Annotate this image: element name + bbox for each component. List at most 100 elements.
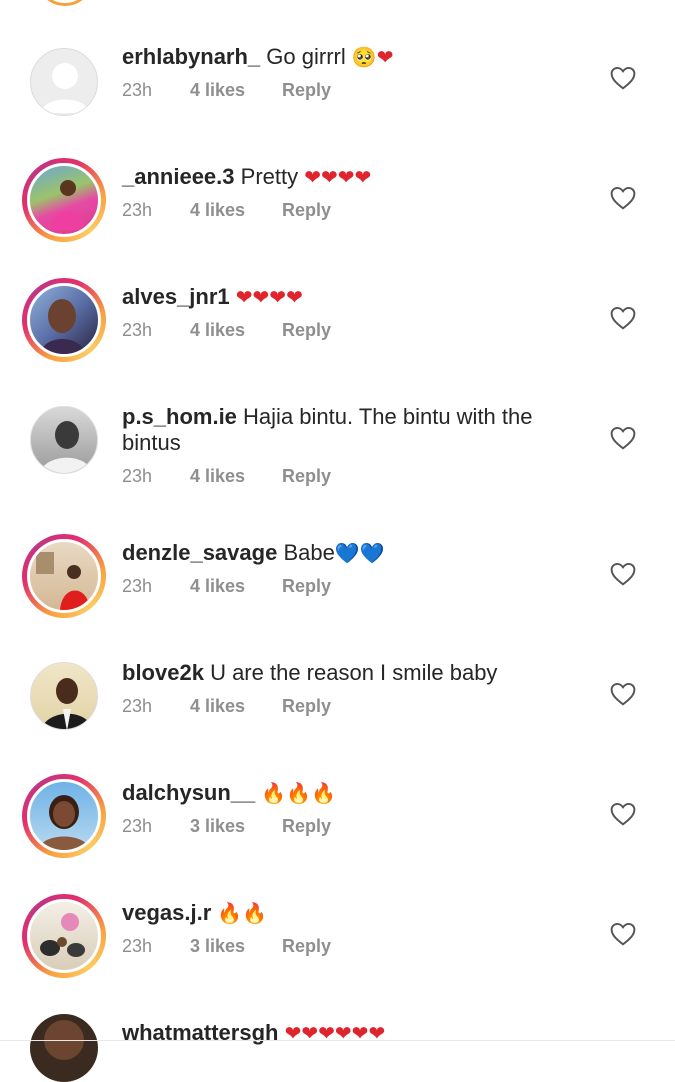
blue-heart-emoji: 💙 xyxy=(359,541,385,565)
username-link[interactable]: whatmattersgh xyxy=(122,1020,278,1045)
comment-time: 23h xyxy=(122,80,153,100)
like-heart-icon[interactable] xyxy=(610,66,636,90)
comment-time: 23h xyxy=(122,466,153,486)
red-heart-emoji: ❤ xyxy=(318,1021,335,1045)
comment-text-line: alves_jnr1 ❤❤❤❤ xyxy=(122,284,582,310)
avatar[interactable] xyxy=(30,1014,98,1082)
comment-body: whatmattersgh ❤❤❤❤❤❤ xyxy=(122,1020,582,1046)
red-heart-emoji: ❤ xyxy=(284,1021,302,1045)
likes-count[interactable]: 4 likes xyxy=(190,200,282,221)
username-link[interactable]: alves_jnr1 xyxy=(122,284,230,309)
reply-button[interactable]: Reply xyxy=(282,696,331,717)
avatar[interactable] xyxy=(22,398,106,482)
like-heart-icon[interactable] xyxy=(610,562,636,586)
avatar-image xyxy=(30,662,98,730)
comment-text-line: whatmattersgh ❤❤❤❤❤❤ xyxy=(122,1020,582,1046)
comment-body: blove2k U are the reason I smile baby 23… xyxy=(122,660,582,717)
comment-meta: 23h 3 likes Reply xyxy=(122,936,582,957)
avatar xyxy=(27,539,101,613)
avatar[interactable] xyxy=(22,654,106,738)
red-heart-emoji: ❤ xyxy=(321,165,338,189)
fire-emoji: 🔥 xyxy=(242,901,268,925)
red-heart-emoji: ❤ xyxy=(286,285,303,309)
comment-meta: 23h 4 likes Reply xyxy=(122,80,582,101)
avatar xyxy=(27,283,101,357)
username-link[interactable]: erhlabynarh_ xyxy=(122,44,260,69)
avatar-story-ring[interactable] xyxy=(22,278,106,362)
reply-button[interactable]: Reply xyxy=(282,816,331,837)
comment-text: U are the reason I smile baby xyxy=(210,660,498,685)
avatar-story-ring[interactable] xyxy=(22,534,106,618)
red-heart-emoji: ❤ xyxy=(376,45,394,69)
avatar xyxy=(27,779,101,853)
red-heart-emoji: ❤ xyxy=(235,285,253,309)
red-heart-emoji: ❤ xyxy=(368,1021,386,1045)
red-heart-emoji: ❤ xyxy=(334,1021,352,1045)
likes-count[interactable]: 4 likes xyxy=(190,466,282,487)
like-heart-icon[interactable] xyxy=(610,306,636,330)
likes-count[interactable]: 4 likes xyxy=(190,576,282,597)
likes-count[interactable]: 4 likes xyxy=(190,320,282,341)
likes-count[interactable]: 4 likes xyxy=(190,80,282,101)
comment-time: 23h xyxy=(122,576,153,596)
likes-count[interactable]: 3 likes xyxy=(190,936,282,957)
username-link[interactable]: p.s_hom.ie xyxy=(122,404,237,429)
username-link[interactable]: blove2k xyxy=(122,660,204,685)
comment-meta: 23h 4 likes Reply xyxy=(122,696,582,717)
blue-heart-emoji: 💙 xyxy=(334,541,360,565)
reply-button[interactable]: Reply xyxy=(282,320,331,341)
reply-button[interactable]: Reply xyxy=(282,80,331,101)
fire-emoji: 🔥 xyxy=(261,781,287,805)
red-heart-emoji: ❤ xyxy=(337,165,355,189)
avatar-image xyxy=(30,406,98,474)
username-link[interactable]: denzle_savage xyxy=(122,540,277,565)
reply-button[interactable]: Reply xyxy=(282,466,331,487)
reply-button[interactable]: Reply xyxy=(282,200,331,221)
like-heart-icon[interactable] xyxy=(610,802,636,826)
comment-text: Go girrrl xyxy=(266,44,346,69)
default-avatar-icon xyxy=(30,48,98,116)
comment-text-line: erhlabynarh_ Go girrrl 🥺❤ xyxy=(122,44,582,70)
comment-body: denzle_savage Babe💙💙 23h 4 likes Reply xyxy=(122,540,582,597)
reply-button[interactable]: Reply xyxy=(282,936,331,957)
like-heart-icon[interactable] xyxy=(610,682,636,706)
avatar[interactable] xyxy=(22,40,106,124)
avatar xyxy=(27,899,101,973)
likes-count[interactable]: 4 likes xyxy=(190,696,282,717)
red-heart-emoji: ❤ xyxy=(351,1021,369,1045)
comment-body: _annieee.3 Pretty ❤❤❤❤ 23h 4 likes Reply xyxy=(122,164,582,221)
comment-time: 23h xyxy=(122,936,153,956)
like-heart-icon[interactable] xyxy=(610,426,636,450)
comment-text-line: p.s_hom.ie Hajia bintu. The bintu with t… xyxy=(122,404,582,456)
comment-meta: 23h 4 likes Reply xyxy=(122,466,582,487)
red-heart-emoji: ❤ xyxy=(252,285,270,309)
red-heart-emoji: ❤ xyxy=(304,165,321,189)
comment-text: Babe xyxy=(283,540,335,565)
comment-text-line: denzle_savage Babe💙💙 xyxy=(122,540,582,566)
fire-emoji: 🔥 xyxy=(311,781,337,805)
username-link[interactable]: dalchysun__ xyxy=(122,780,255,805)
avatar-story-ring[interactable] xyxy=(22,774,106,858)
comment-body: erhlabynarh_ Go girrrl 🥺❤ 23h 4 likes Re… xyxy=(122,44,582,101)
username-link[interactable]: vegas.j.r xyxy=(122,900,211,925)
comment-meta: 23h 4 likes Reply xyxy=(122,576,582,597)
comment-time: 23h xyxy=(122,816,153,836)
comment-body: p.s_hom.ie Hajia bintu. The bintu with t… xyxy=(122,404,582,487)
comments-list: erhlabynarh_ Go girrrl 🥺❤ 23h 4 likes Re… xyxy=(0,0,675,1082)
comment-time: 23h xyxy=(122,696,153,716)
like-heart-icon[interactable] xyxy=(610,922,636,946)
reply-button[interactable]: Reply xyxy=(282,576,331,597)
comment-text-line: blove2k U are the reason I smile baby xyxy=(122,660,582,686)
comment-meta: 23h 4 likes Reply xyxy=(122,200,582,221)
avatar-story-ring[interactable] xyxy=(22,894,106,978)
like-heart-icon[interactable] xyxy=(610,186,636,210)
fire-emoji: 🔥 xyxy=(286,781,312,805)
red-heart-emoji: ❤ xyxy=(354,165,372,189)
avatar-story-ring[interactable] xyxy=(22,158,106,242)
red-heart-emoji: ❤ xyxy=(269,285,287,309)
comment-time: 23h xyxy=(122,200,153,220)
likes-count[interactable]: 3 likes xyxy=(190,816,282,837)
red-heart-emoji: ❤ xyxy=(301,1021,319,1045)
comment-body: dalchysun__ 🔥🔥🔥 23h 3 likes Reply xyxy=(122,780,582,837)
username-link[interactable]: _annieee.3 xyxy=(122,164,235,189)
